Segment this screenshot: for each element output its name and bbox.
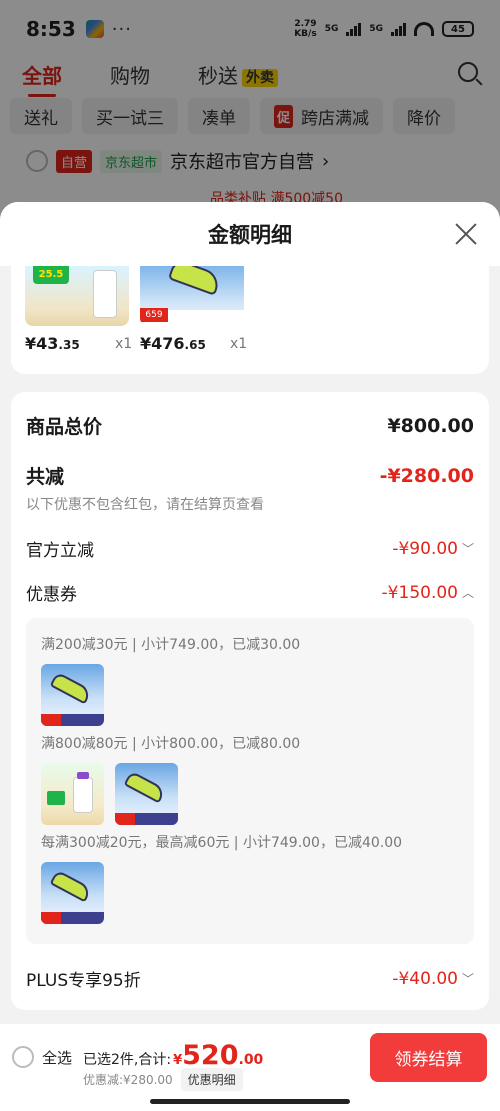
total-amount: 520 [182, 1040, 239, 1071]
product-qty: x1 [230, 336, 248, 352]
chevron-up-icon: ︿ [461, 586, 474, 600]
official-discount-row[interactable]: 官方立减 -¥90.00 ﹀ [26, 536, 474, 562]
coupon-detail-box: 满200减30元 | 小计749.00，已减30.00 满800减80元 | 小… [26, 618, 474, 944]
sheet-header: 金额明细 [0, 202, 500, 266]
coupon-group-text: 每满300减20元，最高减60元 | 小计749.00，已减40.00 [41, 835, 403, 851]
summary-label: 已选2件,合计: [83, 1052, 172, 1068]
checkout-footer: 全选 已选2件,合计: ¥ 520 .00 优惠减:¥280.00 优惠明细 领… [0, 1024, 500, 1111]
coupon-group-images [41, 664, 104, 726]
coupon-group-text: 满800减80元 | 小计800.00，已减80.00 [41, 736, 301, 752]
coupon-group-images [41, 862, 104, 924]
currency-symbol: ¥ [173, 1053, 183, 1068]
reduction-note: 以下优惠不包含红包，请在结算页查看 [26, 497, 264, 513]
plus-discount-label: PLUS专享95折 [26, 971, 141, 991]
reduction-value: -¥280.00 [379, 464, 474, 487]
total-amount-decimal: .00 [238, 1052, 264, 1068]
amount-detail-card: 商品总价 ¥800.00 共减 -¥280.00 以下优惠不包含红包，请在结算页… [11, 392, 489, 1010]
coupon-group-text: 满200减30元 | 小计749.00，已减30.00 [41, 637, 301, 653]
select-all-label: 全选 [42, 1048, 73, 1067]
dim-overlay[interactable] [0, 0, 500, 230]
chevron-down-icon: ﹀ [461, 972, 474, 986]
plus-discount-value: -¥40.00 ﹀ [392, 968, 474, 989]
select-all[interactable]: 全选 [12, 1046, 72, 1068]
total-price-row: 商品总价 ¥800.00 [26, 412, 474, 439]
product-price: ¥43.35 [25, 334, 80, 353]
coupon-group-images [41, 763, 178, 825]
close-icon[interactable] [454, 222, 478, 246]
checkout-button[interactable]: 领券结算 [370, 1033, 487, 1082]
product-item[interactable]: 659 ¥476.65 x1 [140, 266, 247, 353]
product-price: ¥476.65 [140, 334, 206, 353]
total-price-label: 商品总价 [26, 416, 103, 438]
amount-detail-sheet: 金额明细 25.5 ¥43.35 x1 659 ¥476.65 x1 商品总价 … [0, 202, 500, 1111]
plus-discount-row[interactable]: PLUS专享95折 -¥40.00 ﹀ [26, 966, 474, 992]
shoe-thumbnail[interactable] [115, 763, 178, 825]
thumb-price-tag: 659 [140, 308, 168, 322]
product-thumbnail: 659 [140, 266, 244, 326]
product-item[interactable]: 25.5 ¥43.35 x1 [25, 266, 132, 353]
shoe-thumbnail[interactable] [41, 664, 104, 726]
discount-line: 优惠减:¥280.00 优惠明细 [83, 1068, 243, 1091]
supplement-thumbnail[interactable] [41, 763, 104, 825]
select-all-radio[interactable] [12, 1046, 34, 1068]
products-card: 25.5 ¥43.35 x1 659 ¥476.65 x1 [11, 266, 489, 374]
reduction-row: 共减 -¥280.00 [26, 462, 474, 489]
shoe-thumbnail[interactable] [41, 862, 104, 924]
discount-amount: 优惠减:¥280.00 [83, 1073, 173, 1087]
thumb-price-tag: 25.5 [33, 266, 69, 284]
home-indicator[interactable] [150, 1099, 350, 1104]
chevron-down-icon: ﹀ [461, 542, 474, 556]
product-thumbnail: 25.5 [25, 266, 129, 326]
official-discount-value: -¥90.00 ﹀ [392, 538, 474, 559]
product-qty: x1 [115, 336, 133, 352]
total-price-value: ¥800.00 [387, 414, 474, 437]
reduction-label: 共减 [26, 466, 65, 488]
official-discount-label: 官方立减 [26, 541, 94, 561]
coupon-label: 优惠券 [26, 585, 77, 605]
coupon-row[interactable]: 优惠券 -¥150.00 ︿ [26, 580, 474, 606]
shoe-image [167, 266, 223, 296]
bottle-image [93, 270, 117, 318]
order-summary: 已选2件,合计: ¥ 520 .00 [83, 1040, 263, 1071]
discount-detail-button[interactable]: 优惠明细 [180, 1068, 243, 1091]
sheet-title: 金额明细 [208, 223, 292, 247]
coupon-value: -¥150.00 ︿ [381, 582, 474, 603]
